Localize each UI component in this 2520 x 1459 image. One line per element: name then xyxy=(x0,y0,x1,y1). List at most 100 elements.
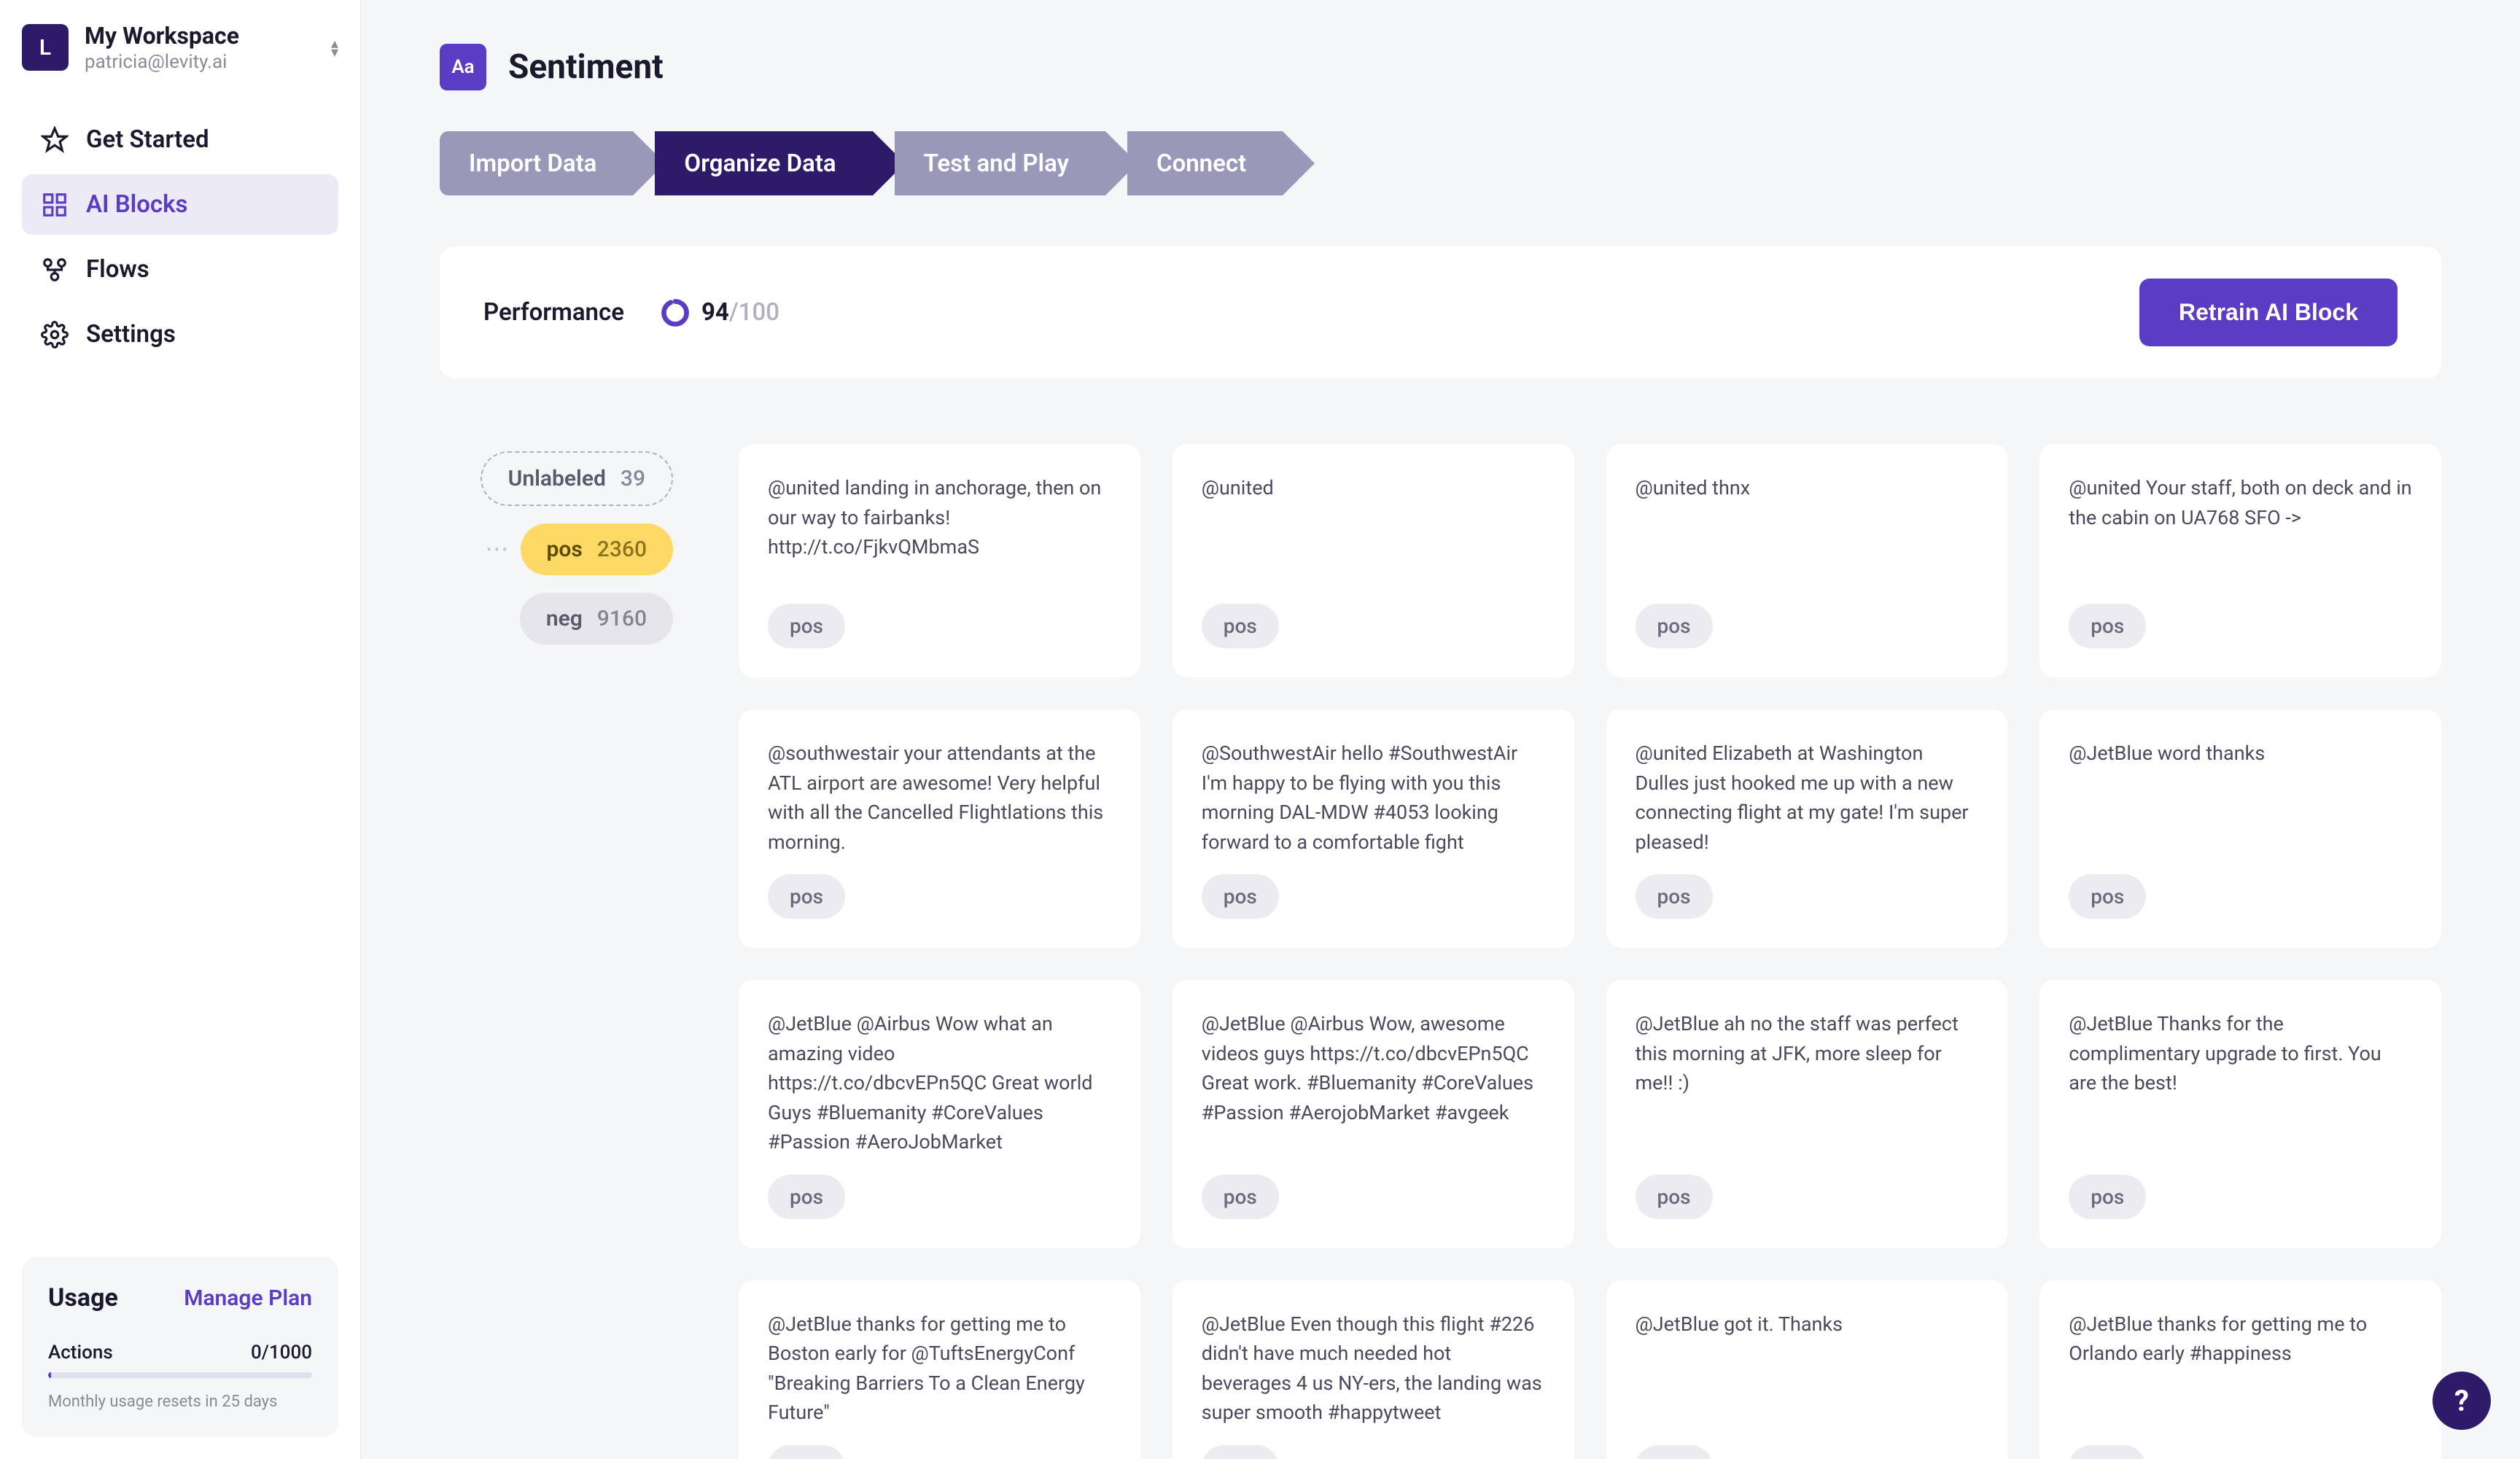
step-import-data[interactable]: Import Data xyxy=(440,131,633,195)
label-name: Unlabeled xyxy=(508,466,606,491)
drag-handle-icon[interactable]: ••• xyxy=(486,541,510,559)
usage-title: Usage xyxy=(48,1283,118,1312)
workspace-avatar: L xyxy=(22,24,69,71)
card-text: @JetBlue ah no the staff was perfect thi… xyxy=(1636,1009,1979,1157)
data-card[interactable]: @JetBlue Thanks for the complimentary up… xyxy=(2039,980,2441,1248)
data-card[interactable]: @JetBlue thanks for getting me to Orland… xyxy=(2039,1280,2441,1459)
card-tag[interactable]: pos xyxy=(1636,604,1713,648)
step-organize-data[interactable]: Organize Data xyxy=(655,131,872,195)
workspace-switcher[interactable]: L My Workspace patricia@levity.ai ▴▾ xyxy=(22,22,338,73)
main-nav: Get Started AI Blocks Flows Settings xyxy=(22,109,338,365)
workspace-email: patricia@levity.ai xyxy=(85,51,315,73)
label-count: 9160 xyxy=(597,606,647,631)
card-text: @JetBlue Even though this flight #226 di… xyxy=(1202,1310,1545,1428)
sidebar-item-settings[interactable]: Settings xyxy=(22,304,338,365)
data-card[interactable]: @united landing in anchorage, then on ou… xyxy=(739,444,1140,677)
usage-note: Monthly usage resets in 25 days xyxy=(48,1393,312,1411)
card-tag[interactable]: pos xyxy=(768,1175,845,1219)
usage-progress xyxy=(48,1372,312,1378)
label-name: pos xyxy=(547,537,583,562)
data-card[interactable]: @united pos xyxy=(1172,444,1574,677)
card-tag[interactable]: pos xyxy=(1202,604,1279,648)
card-text: @JetBlue thanks for getting me to Boston… xyxy=(768,1310,1111,1428)
data-card[interactable]: @JetBlue @Airbus Wow, awesome videos guy… xyxy=(1172,980,1574,1248)
sidebar-item-label: Get Started xyxy=(86,125,209,154)
data-card[interactable]: @JetBlue Even though this flight #226 di… xyxy=(1172,1280,1574,1459)
step-connect[interactable]: Connect xyxy=(1127,131,1283,195)
performance-label: Performance xyxy=(483,298,624,327)
sidebar-item-label: Flows xyxy=(86,255,149,284)
card-text: @united thnx xyxy=(1636,473,1979,586)
data-card[interactable]: @JetBlue ah no the staff was perfect thi… xyxy=(1606,980,2008,1248)
label-filter-unlabeled[interactable]: Unlabeled 39 xyxy=(481,451,673,506)
card-text: @united landing in anchorage, then on ou… xyxy=(768,473,1111,586)
page-title: Sentiment xyxy=(508,47,664,87)
sidebar-item-label: AI Blocks xyxy=(86,190,188,219)
performance-ring-icon xyxy=(661,298,690,327)
card-tag[interactable]: pos xyxy=(768,604,845,648)
label-count: 2360 xyxy=(597,537,647,562)
card-text: @JetBlue thanks for getting me to Orland… xyxy=(2069,1310,2412,1428)
label-filter-neg[interactable]: neg 9160 xyxy=(520,593,673,645)
label-name: neg xyxy=(546,606,583,631)
flows-icon xyxy=(41,256,69,284)
card-text: @JetBlue @Airbus Wow, awesome videos guy… xyxy=(1202,1009,1545,1157)
card-text: @JetBlue word thanks xyxy=(2069,739,2412,857)
data-card[interactable]: @SouthwestAir hello #SouthwestAir I'm ha… xyxy=(1172,709,1574,948)
card-text: @united xyxy=(1202,473,1545,586)
data-card[interactable]: @united Your staff, both on deck and in … xyxy=(2039,444,2441,677)
card-tag[interactable]: pos xyxy=(768,1445,845,1459)
card-text: @southwestair your attendants at the ATL… xyxy=(768,739,1111,857)
card-tag[interactable]: pos xyxy=(1202,1445,1279,1459)
sidebar: L My Workspace patricia@levity.ai ▴▾ Get… xyxy=(0,0,361,1459)
card-tag[interactable]: pos xyxy=(2069,874,2146,919)
card-tag[interactable]: pos xyxy=(2069,1175,2146,1219)
card-tag[interactable]: pos xyxy=(768,874,845,919)
card-tag[interactable]: pos xyxy=(1636,874,1713,919)
card-tag[interactable]: pos xyxy=(1636,1445,1713,1459)
workspace-name: My Workspace xyxy=(85,22,315,50)
performance-card: Performance 94/100 Retrain AI Block xyxy=(440,246,2441,378)
workflow-steps: Import Data Organize Data Test and Play Con… xyxy=(440,131,2441,195)
ai-blocks-icon xyxy=(41,191,69,219)
card-text: @united Elizabeth at Washington Dulles j… xyxy=(1636,739,1979,857)
label-count: 39 xyxy=(621,466,645,491)
retrain-button[interactable]: Retrain AI Block xyxy=(2139,279,2398,346)
chevron-updown-icon[interactable]: ▴▾ xyxy=(331,39,338,55)
label-filter-pos[interactable]: pos 2360 xyxy=(521,524,673,575)
card-tag[interactable]: pos xyxy=(1202,1175,1279,1219)
performance-score: 94/100 xyxy=(701,298,779,327)
card-tag[interactable]: pos xyxy=(2069,1445,2146,1459)
card-tag[interactable]: pos xyxy=(1636,1175,1713,1219)
manage-plan-link[interactable]: Manage Plan xyxy=(184,1285,312,1311)
sidebar-item-ai-blocks[interactable]: AI Blocks xyxy=(22,174,338,235)
sidebar-item-get-started[interactable]: Get Started xyxy=(22,109,338,170)
step-test-and-play[interactable]: Test and Play xyxy=(895,131,1105,195)
page-icon: Aa xyxy=(440,44,486,90)
settings-icon xyxy=(41,321,69,349)
card-text: @SouthwestAir hello #SouthwestAir I'm ha… xyxy=(1202,739,1545,857)
labels-column: Unlabeled 39 ••• pos 2360 neg 9160 xyxy=(440,444,673,645)
data-card[interactable]: @JetBlue got it. Thanks pos xyxy=(1606,1280,2008,1459)
card-text: @JetBlue Thanks for the complimentary up… xyxy=(2069,1009,2412,1157)
data-card[interactable]: @JetBlue word thanks pos xyxy=(2039,709,2441,948)
data-cards-grid: @united landing in anchorage, then on ou… xyxy=(739,444,2441,1459)
data-card[interactable]: @united thnx pos xyxy=(1606,444,2008,677)
data-card[interactable]: @JetBlue thanks for getting me to Boston… xyxy=(739,1280,1140,1459)
sidebar-item-label: Settings xyxy=(86,320,176,349)
get-started-icon xyxy=(41,126,69,154)
actions-value: 0/1000 xyxy=(251,1342,312,1363)
actions-label: Actions xyxy=(48,1342,113,1363)
card-text: @JetBlue got it. Thanks xyxy=(1636,1310,1979,1428)
card-tag[interactable]: pos xyxy=(2069,604,2146,648)
sidebar-item-flows[interactable]: Flows xyxy=(22,239,338,300)
data-card[interactable]: @JetBlue @Airbus Wow what an amazing vid… xyxy=(739,980,1140,1248)
card-text: @JetBlue @Airbus Wow what an amazing vid… xyxy=(768,1009,1111,1157)
help-button[interactable]: ? xyxy=(2432,1372,2491,1430)
data-card[interactable]: @united Elizabeth at Washington Dulles j… xyxy=(1606,709,2008,948)
main-content: Aa Sentiment Import Data Organize Data Tes… xyxy=(361,0,2520,1459)
card-tag[interactable]: pos xyxy=(1202,874,1279,919)
card-text: @united Your staff, both on deck and in … xyxy=(2069,473,2412,586)
data-card[interactable]: @southwestair your attendants at the ATL… xyxy=(739,709,1140,948)
usage-card: Usage Manage Plan Actions 0/1000 Monthly… xyxy=(22,1257,338,1437)
